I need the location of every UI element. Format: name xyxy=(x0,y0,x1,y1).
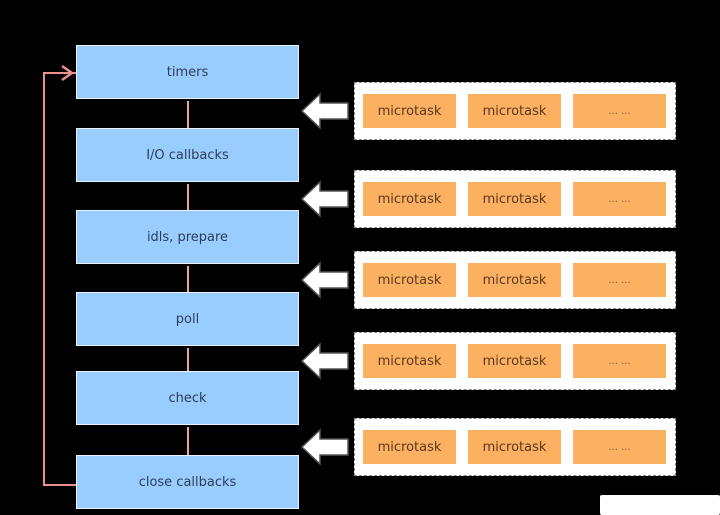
left-arrow-icon xyxy=(300,180,349,218)
loop-arrowhead-icon xyxy=(61,64,75,82)
microtask-queue: microtask microtask ... ... xyxy=(354,170,676,228)
phase-label: poll xyxy=(175,311,200,327)
microtask-ellipsis: ... ... xyxy=(573,94,666,128)
phase-label: idls, prepare xyxy=(146,229,229,245)
microtask-ellipsis: ... ... xyxy=(573,182,666,216)
phase-label: I/O callbacks xyxy=(146,147,229,163)
phase-timers: timers xyxy=(76,45,299,99)
phase-poll: poll xyxy=(76,292,299,346)
left-arrow-icon xyxy=(300,261,349,299)
connector xyxy=(187,184,189,210)
microtask: microtask xyxy=(363,430,456,464)
microtask: microtask xyxy=(468,94,561,128)
microtask: microtask xyxy=(468,263,561,297)
microtask-queue: microtask microtask ... ... xyxy=(354,82,676,140)
microtask-queue: microtask microtask ... ... xyxy=(354,332,676,390)
microtask-queue: microtask microtask ... ... xyxy=(354,251,676,309)
loop-back-line xyxy=(43,72,77,486)
connector xyxy=(187,348,189,371)
connector xyxy=(187,427,189,455)
microtask: microtask xyxy=(468,430,561,464)
microtask-ellipsis: ... ... xyxy=(573,344,666,378)
left-arrow-icon xyxy=(300,92,349,130)
left-arrow-icon xyxy=(300,428,349,466)
phase-label: timers xyxy=(166,64,209,80)
microtask-ellipsis: ... ... xyxy=(573,263,666,297)
connector xyxy=(187,266,189,292)
microtask: microtask xyxy=(363,263,456,297)
phase-idle-prepare: idls, prepare xyxy=(76,210,299,264)
phase-close-callbacks: close callbacks xyxy=(76,455,299,509)
microtask: microtask xyxy=(363,344,456,378)
connector xyxy=(187,101,189,128)
microtask-ellipsis: ... ... xyxy=(573,430,666,464)
phase-io-callbacks: I/O callbacks xyxy=(76,128,299,182)
microtask: microtask xyxy=(363,94,456,128)
microtask: microtask xyxy=(363,182,456,216)
phase-label: check xyxy=(168,390,207,406)
phase-label: close callbacks xyxy=(138,474,237,490)
phase-check: check xyxy=(76,371,299,425)
microtask: microtask xyxy=(468,344,561,378)
microtask: microtask xyxy=(468,182,561,216)
microtask-queue: microtask microtask ... ... xyxy=(354,418,676,476)
left-arrow-icon xyxy=(300,342,349,380)
watermark xyxy=(600,495,720,515)
